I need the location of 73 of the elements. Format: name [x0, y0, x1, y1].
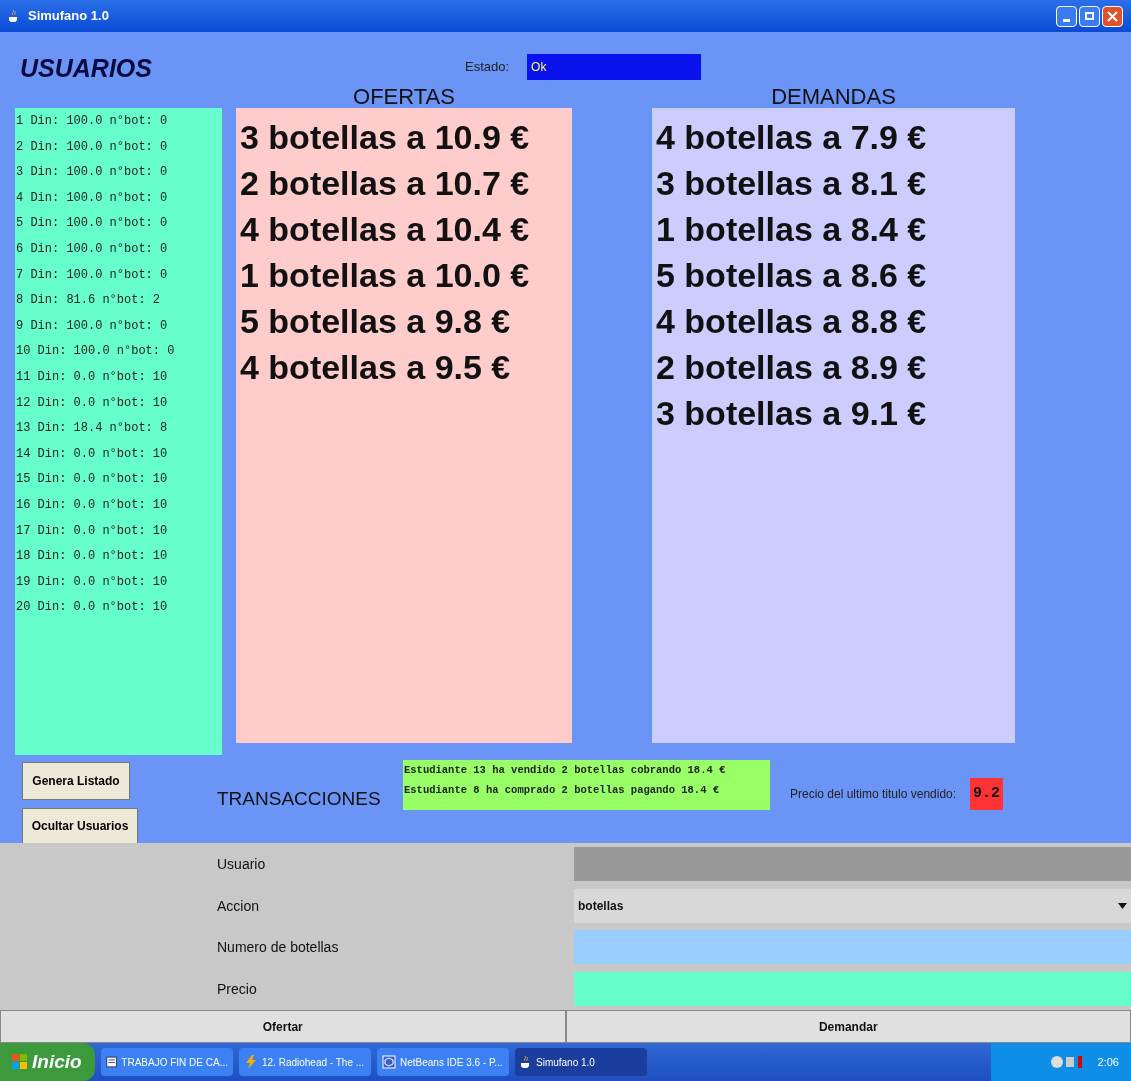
section-title: OFERTAS [353, 83, 455, 111]
input-field[interactable] [574, 930, 1131, 965]
user-row-text: 9 Din: 100.0 n°bot: 0 [15, 317, 169, 335]
user-row-text: 17 Din: 0.0 n°bot: 10 [15, 522, 169, 540]
demand-row-text: 5 botellas a 8.6 € [656, 255, 928, 296]
user-row-text: 11 Din: 0.0 n°bot: 10 [15, 368, 169, 386]
user-row-text: 15 Din: 0.0 n°bot: 10 [15, 471, 169, 489]
windows-flag-icon [12, 1054, 28, 1070]
user-row-text: 14 Din: 0.0 n°bot: 10 [15, 445, 169, 463]
window-title: Simufano 1.0 [28, 7, 109, 26]
user-row-text: 12 Din: 0.0 n°bot: 10 [15, 394, 169, 412]
user-row-text: 6 Din: 100.0 n°bot: 0 [15, 240, 169, 258]
user-row-text: 20 Din: 0.0 n°bot: 10 [15, 599, 169, 617]
user-row-text: 1 Din: 100.0 n°bot: 0 [15, 113, 169, 130]
demand-row-text: 3 botellas a 8.1 € [656, 163, 928, 204]
input-field[interactable] [574, 972, 1131, 1007]
field-label: Precio [217, 981, 257, 998]
clock: 2:06 [1097, 1054, 1119, 1070]
taskbar-item[interactable]: NetBeans IDE 3.6 - P... [377, 1048, 509, 1076]
demand-row-text: 3 botellas a 9.1 € [656, 393, 928, 434]
action-button[interactable]: Ofertar [0, 1010, 566, 1043]
user-row-text: 7 Din: 100.0 n°bot: 0 [15, 266, 169, 284]
generate-list-button[interactable]: Genera Listado [22, 762, 130, 800]
hide-users-button[interactable]: Ocultar Usuarios [22, 808, 138, 843]
section-title: TRANSACCIONES [217, 788, 381, 809]
offer-row-text: 4 botellas a 10.4 € [240, 209, 531, 250]
demand-row-text: 1 botellas a 8.4 € [656, 209, 928, 250]
restore-button[interactable] [1079, 5, 1100, 27]
user-row-text: 16 Din: 0.0 n°bot: 10 [15, 496, 169, 514]
offer-row-text: 4 botellas a 9.5 € [240, 347, 512, 388]
status-field: Ok [527, 54, 702, 80]
field-label: Usuario [217, 855, 266, 872]
user-row-text: 13 Din: 18.4 n°bot: 8 [15, 420, 169, 438]
demand-row-text: 4 botellas a 7.9 € [656, 117, 928, 158]
transaction-line: Estudiante 8 ha comprado 2 botellas pagando 18.4 € [404, 782, 721, 798]
close-button[interactable] [1102, 5, 1123, 27]
user-row-text: 5 Din: 100.0 n°bot: 0 [15, 215, 169, 233]
dropdown-arrow-icon [1118, 902, 1127, 909]
transaction-line: Estudiante 13 ha vendido 2 botellas cobrando 18.4 € [404, 763, 727, 778]
lightning-icon [244, 1055, 258, 1069]
field-label: Numero de botellas [217, 939, 339, 956]
user-row-text: 4 Din: 100.0 n°bot: 0 [15, 189, 169, 207]
taskbar-item[interactable]: 12. Radiohead - The ... [239, 1048, 371, 1076]
demand-row-text: 2 botellas a 8.9 € [656, 347, 928, 388]
section-title: DEMANDAS [771, 83, 896, 111]
taskbar-item[interactable]: Simufano 1.0 [515, 1048, 647, 1076]
status-label: Estado: [465, 58, 510, 77]
input-field[interactable] [574, 846, 1131, 881]
section-title: USUARIOS [20, 54, 152, 82]
taskbar-item[interactable]: TRABAJO FIN DE CA... [101, 1048, 233, 1076]
demand-row-text: 4 botellas a 8.8 € [656, 301, 928, 342]
offer-row-text: 2 botellas a 10.7 € [240, 163, 531, 204]
user-row-text: 2 Din: 100.0 n°bot: 0 [15, 138, 169, 156]
user-row-text: 10 Din: 100.0 n°bot: 0 [15, 343, 176, 361]
user-row-text: 18 Din: 0.0 n°bot: 10 [15, 548, 169, 566]
offer-row-text: 5 botellas a 9.8 € [240, 301, 512, 342]
close-icon [1107, 10, 1118, 22]
cup-icon [8, 9, 20, 23]
last-price-value: 9.2 [970, 778, 1004, 810]
cup-icon [520, 1055, 532, 1069]
offer-row-text: 1 botellas a 10.0 € [240, 255, 531, 296]
action-button[interactable]: Demandar [565, 1010, 1131, 1043]
cube-icon [382, 1055, 396, 1069]
last-price-label: Precio del ultimo titulo vendido: [790, 786, 957, 803]
offer-row-text: 3 botellas a 10.9 € [240, 117, 531, 158]
action-dropdown[interactable]: botellas [574, 888, 1131, 923]
user-row-text: 8 Din: 81.6 n°bot: 2 [15, 292, 162, 310]
minimize-button[interactable] [1056, 5, 1077, 27]
user-row-text: 19 Din: 0.0 n°bot: 10 [15, 573, 169, 591]
user-row-text: 3 Din: 100.0 n°bot: 0 [15, 164, 169, 182]
start-button[interactable]: Inicio [0, 1043, 95, 1081]
field-label: Accion [217, 897, 260, 914]
document-icon [106, 1055, 118, 1069]
